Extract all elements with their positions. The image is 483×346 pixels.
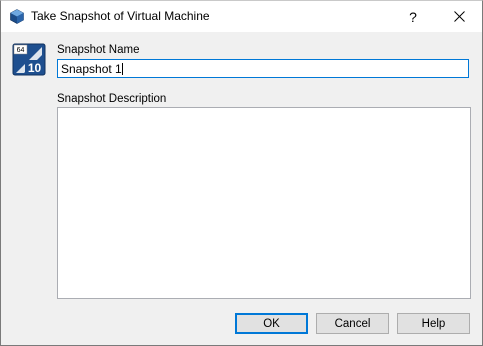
close-button[interactable] xyxy=(436,1,482,32)
snapshot-name-label: Snapshot Name xyxy=(57,44,140,56)
virtualbox-app-icon xyxy=(10,9,24,24)
snapshot-description-label: Snapshot Description xyxy=(57,93,167,105)
snapshot-dialog: Take Snapshot of Virtual Machine ? 64 10… xyxy=(0,0,483,346)
cancel-button[interactable]: Cancel xyxy=(316,313,389,334)
close-icon xyxy=(453,11,465,22)
title-bar[interactable]: Take Snapshot of Virtual Machine ? xyxy=(1,1,482,32)
snapshot-name-value: Snapshot 1 xyxy=(61,62,122,76)
ok-button[interactable]: OK xyxy=(235,313,308,334)
context-help-button[interactable]: ? xyxy=(390,1,436,32)
vm-os-icon: 64 10 xyxy=(12,43,46,76)
window-title: Take Snapshot of Virtual Machine xyxy=(31,9,210,23)
text-caret xyxy=(121,63,123,75)
snapshot-description-textarea[interactable] xyxy=(57,107,471,299)
snapshot-name-input[interactable]: Snapshot 1 xyxy=(57,59,469,78)
vm-icon-badge-top: 64 xyxy=(17,47,25,54)
vm-icon-badge-number: 10 xyxy=(28,61,42,75)
help-button[interactable]: Help xyxy=(397,313,470,334)
